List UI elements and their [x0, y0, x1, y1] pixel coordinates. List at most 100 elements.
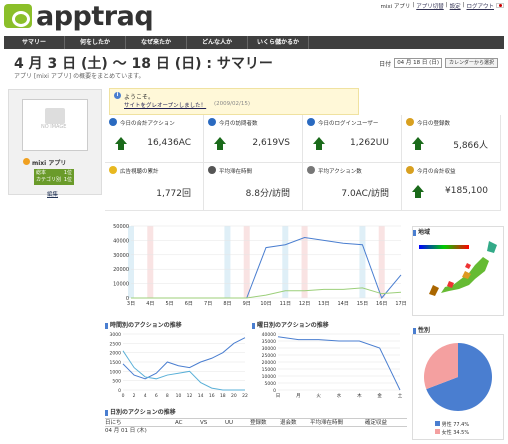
- metric-card: 今月の訪問者数 2,619VS: [204, 115, 303, 163]
- x-tick-label: 16: [209, 393, 215, 399]
- region-map: [412, 226, 504, 316]
- column-header: 退会数: [280, 420, 297, 426]
- settings-link[interactable]: 設定: [450, 2, 461, 10]
- x-tick-label: 14日: [337, 301, 348, 307]
- x-tick-label: 4: [144, 393, 147, 399]
- metric-label: 平均滞在時間: [219, 169, 253, 175]
- table-row: 04 月 01 日 (木): [105, 427, 407, 436]
- y-tick-label: 1500: [110, 360, 122, 366]
- info-icon: i: [114, 92, 121, 99]
- top-links: mixi アプリ | アプリ切替 | 設定 | ログアウト: [380, 2, 504, 10]
- gender-pie-chart: [424, 343, 492, 411]
- nav-what[interactable]: 何をしたか: [65, 36, 126, 49]
- metric-label: 平均アクション数: [318, 169, 362, 175]
- daily-actions-chart: 010000200003000040000500003日 4日 5日 6日 7日 8日 9日…: [113, 224, 407, 307]
- x-tick-label: 17日: [395, 301, 406, 307]
- x-tick-label: 4日: [146, 301, 154, 307]
- refresh-icon: [109, 118, 117, 126]
- main-nav: サマリー 何をしたか なぜ来たか どんな人か いくら儲かるか: [4, 36, 504, 49]
- x-tick-label: 16日: [376, 301, 387, 307]
- metric-card: 今月の合計収益 ¥185,100: [402, 163, 501, 211]
- weekend-band: [359, 226, 366, 298]
- weekend-band: [301, 226, 308, 298]
- y-tick-label: 50000: [113, 224, 129, 230]
- x-tick-label: 2: [133, 393, 136, 399]
- mixi-icon: [23, 158, 30, 165]
- y-tick-label: 10000: [262, 374, 276, 380]
- users-icon: [406, 118, 414, 126]
- series-line: [277, 336, 401, 391]
- app-switch-link[interactable]: アプリ切替: [416, 2, 444, 10]
- table-cell: [200, 427, 225, 436]
- metric-card: 今日の合計アクション 16,436AC: [105, 115, 204, 163]
- x-tick-label: 6: [155, 393, 158, 399]
- x-tick-label: 水: [337, 392, 342, 399]
- metric-value: 7.0AC/訪問: [341, 189, 389, 199]
- date-label: 日付: [379, 60, 392, 68]
- jp-flag-icon[interactable]: [496, 3, 504, 8]
- app-label: mixi アプリ: [380, 4, 411, 10]
- x-tick-label: 12: [187, 393, 193, 399]
- y-tick-label: 2000: [110, 351, 122, 357]
- series-line: [122, 350, 245, 391]
- metric-value: 16,436AC: [147, 138, 191, 148]
- up-arrow-icon: [115, 137, 127, 151]
- y-tick-label: 15000: [262, 367, 276, 373]
- weekend-band: [282, 226, 289, 298]
- metric-value: 2,619VS: [252, 138, 290, 148]
- ranking-badge: 総本 1位 カテゴリ別 1位: [34, 169, 74, 185]
- up-arrow-icon: [313, 137, 325, 151]
- x-tick-label: 3日: [127, 301, 135, 307]
- table-cell: [310, 427, 365, 436]
- column-header: AC: [175, 420, 183, 426]
- daily-table: 日にち AC VS UU 登録数 退会数 平均滞在時間 確定収益 04 月 01 日 (木): [105, 418, 407, 436]
- y-tick-label: 40000: [113, 238, 129, 244]
- weekday-section-title: 曜日別のアクションの推移: [252, 320, 329, 329]
- gender-section-title: 性別: [413, 325, 430, 334]
- notice-link[interactable]: サイトをグレオープンしました！: [124, 101, 206, 109]
- table-cell: [225, 427, 250, 436]
- weekend-band: [243, 226, 250, 298]
- x-tick-label: 11日: [280, 301, 291, 307]
- date-select[interactable]: 04 月 18 日 (日): [394, 58, 442, 68]
- calendar-button[interactable]: カレンダーから選択: [444, 58, 498, 68]
- hourly-section-title: 時間別のアクションの推移: [105, 320, 182, 329]
- weekday-chart: 0500010000150002000025000300003500040000…: [262, 332, 403, 399]
- nav-who[interactable]: どんな人か: [187, 36, 248, 49]
- weekend-band: [224, 226, 231, 298]
- column-header: 登録数: [250, 420, 267, 426]
- nav-why[interactable]: なぜ来たか: [126, 36, 187, 49]
- daily-section-title: 日別のアクションの推移: [105, 407, 176, 416]
- table-cell: [175, 427, 200, 436]
- nav-revenue[interactable]: いくら儲かるか: [248, 36, 309, 49]
- y-tick-label: 30000: [113, 253, 129, 259]
- column-header: 確定収益: [365, 420, 388, 426]
- edit-link[interactable]: 編集: [47, 190, 58, 198]
- date-selector: 日付 04 月 18 日 (日) カレンダーから選択: [379, 58, 498, 68]
- x-tick-label: 5日: [165, 301, 173, 307]
- metric-label: 今日のログインユーザー: [318, 121, 379, 127]
- x-tick-label: 土: [398, 392, 403, 399]
- metric-label: 今日の合計アクション: [120, 121, 175, 127]
- x-tick-label: 12日: [299, 301, 310, 307]
- x-tick-label: 13日: [318, 301, 329, 307]
- metric-card: 今日の登録数 5,866人: [402, 115, 501, 163]
- up-arrow-icon: [412, 185, 424, 199]
- x-tick-label: 7日: [204, 301, 212, 307]
- logout-link[interactable]: ログアウト: [466, 2, 494, 10]
- clock-icon: [208, 166, 216, 174]
- notice-title: ようこそ。: [124, 94, 155, 101]
- nav-summary[interactable]: サマリー: [4, 36, 65, 49]
- x-tick-label: 8日: [223, 301, 231, 307]
- y-tick-label: 20000: [113, 267, 129, 273]
- x-tick-label: 6日: [185, 301, 193, 307]
- up-arrow-icon: [412, 137, 424, 151]
- x-tick-label: 8: [166, 393, 169, 399]
- x-tick-label: 0: [122, 393, 125, 399]
- logo-text: apptraq: [36, 1, 154, 32]
- x-tick-label: 15日: [357, 301, 368, 307]
- y-tick-label: 1000: [110, 369, 122, 375]
- y-tick-label: 3000: [110, 332, 122, 338]
- metric-label: 広告視聴の累計: [120, 169, 159, 175]
- y-tick-label: 5000: [265, 381, 277, 387]
